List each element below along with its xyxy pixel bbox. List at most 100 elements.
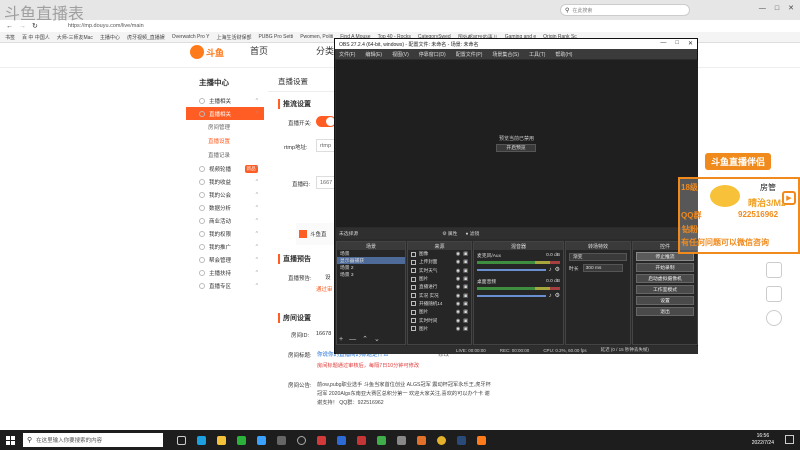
douyu-icon[interactable] xyxy=(477,435,486,445)
source-item[interactable]: 实时天气 ◉ ▣ xyxy=(408,267,471,275)
eye-icon[interactable]: ◉ xyxy=(456,293,460,299)
obs-menu-item[interactable]: 文件(F) xyxy=(339,51,355,58)
speaker-icon[interactable]: ♪ xyxy=(549,267,552,273)
sidebar-item[interactable]: 我的推广 ^ xyxy=(186,240,264,253)
search-box[interactable]: ⚲ 在此搜索 xyxy=(560,4,690,16)
duration-field[interactable]: 300 ms xyxy=(582,264,623,272)
control-button[interactable]: 工作室模式 xyxy=(636,285,694,294)
bookmark-item[interactable]: Pwomen, Politi xyxy=(300,34,333,40)
sidebar-item[interactable]: 主播扶持 ^ xyxy=(186,266,264,279)
sidebar-item[interactable]: 数据分析 ^ xyxy=(186,201,264,214)
source-item[interactable]: 实时时间 ◉ ▣ xyxy=(408,316,471,324)
control-button[interactable]: 开始录制 xyxy=(636,263,694,272)
taskbar-search[interactable]: ⚲ 在这里输入你要搜索的内容 xyxy=(23,433,163,447)
lock-icon[interactable]: ▣ xyxy=(463,326,468,332)
lock-icon[interactable]: ▣ xyxy=(463,276,468,282)
bookmark-item[interactable]: Overwatch Pro Y xyxy=(172,34,210,40)
bookmark-item[interactable]: 书签 xyxy=(5,34,15,41)
play-icon[interactable]: ▶ xyxy=(782,191,796,205)
source-item[interactable]: 图像 ◉ ▣ xyxy=(408,250,471,258)
sidebar-item[interactable]: 主播相关 ^ xyxy=(186,94,264,107)
source-item[interactable]: 上传封面 ◉ ▣ xyxy=(408,258,471,266)
support-icon[interactable] xyxy=(766,310,782,326)
transition-select[interactable]: 渐变 xyxy=(569,253,627,261)
chrome-icon[interactable] xyxy=(437,435,446,445)
obs-menu-item[interactable]: 场景集合(S) xyxy=(492,51,519,58)
control-button[interactable]: 启动虚拟摄像机 xyxy=(636,274,694,283)
chat-icon[interactable] xyxy=(257,435,266,445)
lock-icon[interactable]: ▣ xyxy=(463,293,468,299)
source-item[interactable]: 图片 ◉ ▣ xyxy=(408,325,471,333)
gear-icon[interactable]: ⚙ xyxy=(555,292,560,299)
obs-menu-item[interactable]: 停靠窗口(D) xyxy=(419,51,446,58)
steam-icon[interactable] xyxy=(457,435,466,445)
obs-icon[interactable] xyxy=(297,435,306,445)
speaker-icon[interactable]: ♪ xyxy=(549,293,552,299)
obs-close-icon[interactable]: ✕ xyxy=(688,40,693,47)
sidebar-item[interactable]: 我的收益 ^ xyxy=(186,175,264,188)
source-item[interactable]: 图片 ◉ ▣ xyxy=(408,275,471,283)
source-item[interactable]: 实况 实况 ◉ ▣ xyxy=(408,291,471,299)
remove-scene-icon[interactable]: — xyxy=(349,336,356,343)
obs-menu-item[interactable]: 视图(V) xyxy=(392,51,409,58)
task-view-icon[interactable] xyxy=(177,435,186,445)
sidebar-item[interactable]: 直播记录 xyxy=(186,148,264,162)
app-gray-icon[interactable] xyxy=(397,435,406,445)
preview-setting[interactable]: 设 xyxy=(325,273,331,281)
live-switch-toggle[interactable] xyxy=(316,116,336,127)
nav-home[interactable]: 首页 xyxy=(250,44,268,57)
scene-item[interactable]: 显示器捕获 xyxy=(337,257,405,264)
app-orange-icon[interactable] xyxy=(417,435,426,445)
site-logo[interactable]: 斗鱼 xyxy=(190,45,224,59)
minimize-icon[interactable]: — xyxy=(759,5,766,12)
app-red-icon[interactable] xyxy=(357,435,366,445)
maximize-icon[interactable]: □ xyxy=(775,5,779,12)
add-scene-icon[interactable]: + xyxy=(339,336,343,343)
sidebar-item[interactable]: 帮会管理 ^ xyxy=(186,253,264,266)
notification-icon[interactable] xyxy=(785,435,794,444)
eye-icon[interactable]: ◉ xyxy=(456,251,460,257)
control-button[interactable]: 设置 xyxy=(636,296,694,305)
game-icon[interactable] xyxy=(317,435,326,445)
bookmark-item[interactable]: PUBG Pro Setti xyxy=(258,34,293,40)
eye-icon[interactable]: ◉ xyxy=(456,259,460,265)
sidebar-item[interactable]: 视频轮播 新品 ^ xyxy=(186,162,264,175)
lock-icon[interactable]: ▣ xyxy=(463,259,468,265)
eye-icon[interactable]: ◉ xyxy=(456,268,460,274)
eye-icon[interactable]: ◉ xyxy=(456,309,460,315)
lock-icon[interactable]: ▣ xyxy=(463,301,468,307)
sidebar-item[interactable]: 直播相关 ^ xyxy=(186,107,264,120)
lock-icon[interactable]: ▣ xyxy=(463,309,468,315)
gear-icon[interactable]: ⚙ xyxy=(555,266,560,273)
eye-icon[interactable]: ◉ xyxy=(456,326,460,332)
eye-icon[interactable]: ◉ xyxy=(456,301,460,307)
sidebar-item[interactable]: 我的权限 ^ xyxy=(186,227,264,240)
sidebar-item[interactable]: 直播设置 xyxy=(186,134,264,148)
edge-icon[interactable] xyxy=(197,435,206,445)
bookmark-item[interactable]: 虎牙视频_直播娱 xyxy=(127,34,165,41)
enable-preview-button[interactable]: 开启预览 xyxy=(496,144,536,152)
sidebar-item[interactable]: 直播专区 ^ xyxy=(186,279,264,292)
eye-icon[interactable]: ◉ xyxy=(456,284,460,290)
lock-icon[interactable]: ▣ xyxy=(463,318,468,324)
scene-item[interactable]: 场景 xyxy=(337,250,405,257)
obs-menu-item[interactable]: 帮助(H) xyxy=(555,51,572,58)
obs-menu-item[interactable]: 编辑(E) xyxy=(365,51,382,58)
sidebar-item[interactable]: 房间管理 xyxy=(186,120,264,134)
obs-menu-item[interactable]: 工具(T) xyxy=(529,51,545,58)
windows-start-icon[interactable] xyxy=(6,435,15,445)
lock-icon[interactable]: ▣ xyxy=(463,268,468,274)
nav-category[interactable]: 分类 xyxy=(316,44,334,57)
move-down-icon[interactable]: ⌄ xyxy=(374,335,380,343)
control-button[interactable]: 退出 xyxy=(636,307,694,316)
lock-icon[interactable]: ▣ xyxy=(463,251,468,257)
wechat-icon[interactable] xyxy=(237,435,246,445)
volume-slider[interactable] xyxy=(477,294,546,297)
mobile-icon[interactable] xyxy=(766,286,782,302)
scene-item[interactable]: 场景 2 xyxy=(337,264,405,271)
volume-slider[interactable] xyxy=(477,268,546,271)
app-icon[interactable] xyxy=(277,435,286,445)
properties-button[interactable]: ⚙ 属性 xyxy=(442,230,457,237)
filters-button[interactable]: ● 滤镜 xyxy=(465,230,479,237)
bookmark-item[interactable]: 主播中心 xyxy=(100,34,120,41)
